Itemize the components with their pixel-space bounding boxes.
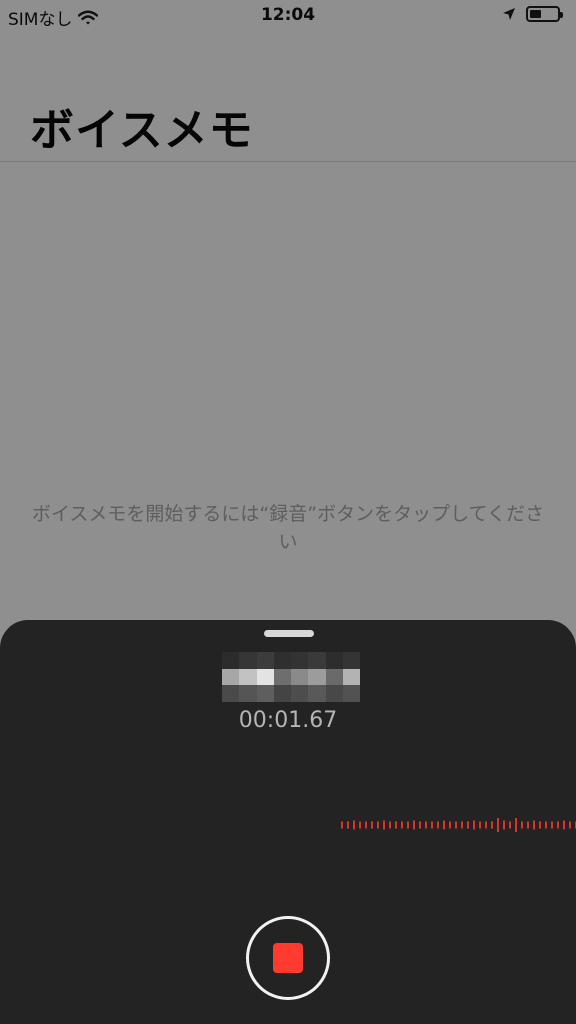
status-bar: SIMなし 12:04 [0, 0, 576, 32]
recorder-panel[interactable]: 00:01.67 [0, 620, 576, 1024]
status-right [502, 6, 563, 22]
page-title: ボイスメモ [30, 105, 254, 156]
panel-grabber-handle[interactable] [264, 630, 314, 637]
battery-icon [526, 6, 563, 22]
recording-waveform [341, 818, 576, 832]
stop-recording-button[interactable] [246, 916, 330, 1000]
location-arrow-icon [503, 8, 515, 20]
empty-state-message: ボイスメモを開始するには“録音”ボタンをタップしてください [32, 503, 544, 553]
battery-level [530, 10, 541, 18]
title-divider [0, 161, 576, 162]
recording-name-pixelated [222, 652, 360, 702]
status-time: 12:04 [260, 5, 316, 25]
stop-icon [273, 943, 303, 973]
elapsed-time: 00:01.67 [238, 708, 338, 733]
